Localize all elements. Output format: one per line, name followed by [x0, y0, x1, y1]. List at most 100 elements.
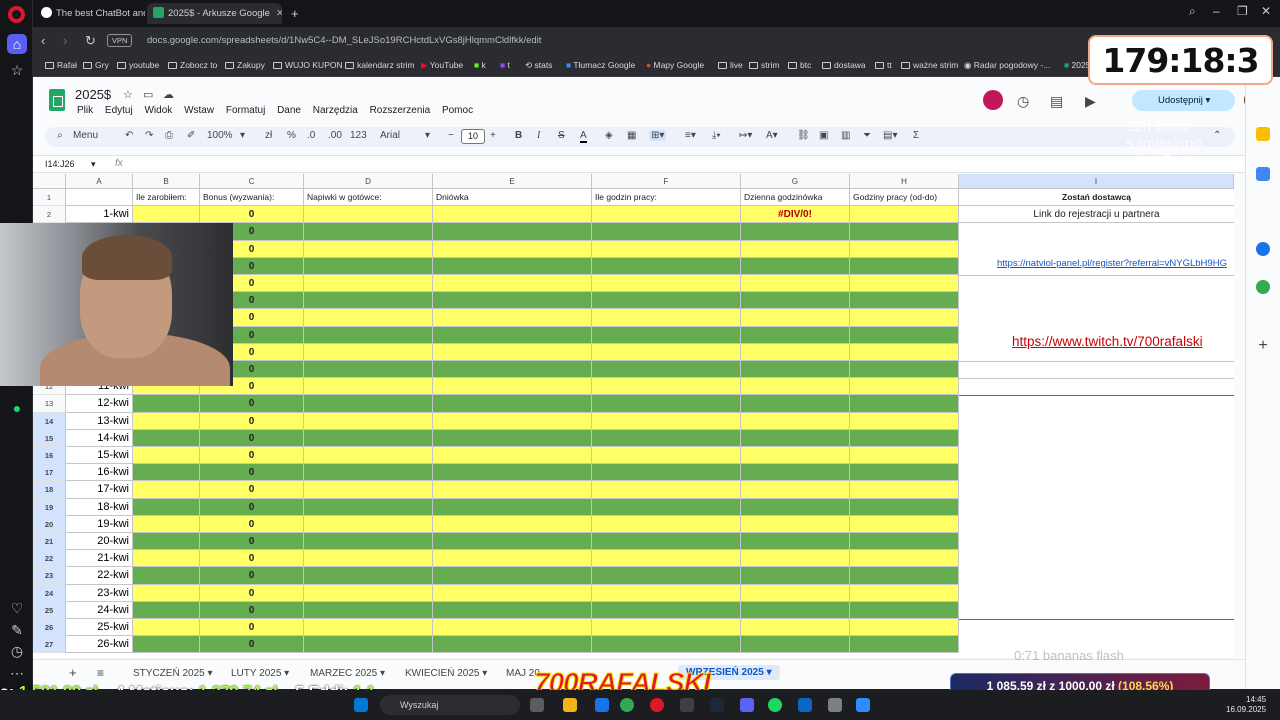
url-field[interactable]: docs.google.com/spreadsheets/d/1Nw5C4--D… [147, 35, 541, 46]
taskbar-search[interactable]: Wyszukaj [380, 695, 520, 715]
back-icon[interactable]: ‹ [41, 33, 45, 48]
data-cell-d[interactable] [304, 601, 433, 619]
bookmark-item[interactable]: Gry [83, 60, 109, 70]
hourly-rate-cell[interactable] [741, 292, 850, 310]
menu-narzedzia[interactable]: Narzędzia [313, 105, 358, 116]
bonus-cell[interactable]: 0 [200, 533, 304, 551]
history-icon[interactable]: ◷ [7, 641, 27, 661]
menu-plik[interactable]: Plik [77, 105, 93, 116]
bonus-cell[interactable]: 0 [200, 429, 304, 447]
bonus-cell[interactable]: 0 [200, 601, 304, 619]
data-cell-f[interactable] [592, 361, 741, 379]
window-close-icon[interactable]: ✕ [1261, 4, 1271, 18]
zoom-select[interactable]: 100% [207, 130, 233, 141]
data-cell-e[interactable] [433, 567, 592, 585]
minimize-icon[interactable]: – [1213, 4, 1220, 18]
date-cell[interactable]: 13-kwi [66, 412, 133, 430]
chevron-down-icon[interactable]: ▾ [240, 130, 245, 141]
row-header[interactable]: 15 [33, 429, 66, 447]
data-cell-e[interactable] [433, 619, 592, 637]
text-wrap-icon[interactable]: ↦▾ [739, 130, 752, 141]
data-cell-f[interactable] [592, 292, 741, 310]
data-cell-b[interactable] [133, 601, 200, 619]
new-tab-button[interactable]: + [285, 3, 305, 24]
all-sheets-icon[interactable]: ≡ [97, 666, 104, 680]
version-history-icon[interactable]: ◷ [1017, 93, 1029, 110]
vertical-align-icon[interactable]: ⤓▾ [712, 130, 721, 141]
data-cell-h[interactable] [850, 636, 959, 654]
data-cell-f[interactable] [592, 447, 741, 465]
data-cell-h[interactable] [850, 584, 959, 602]
data-cell-e[interactable] [433, 343, 592, 361]
bonus-cell[interactable]: 0 [200, 584, 304, 602]
data-cell-f[interactable] [592, 326, 741, 344]
hourly-rate-cell[interactable] [741, 378, 850, 396]
hourly-rate-cell[interactable] [741, 464, 850, 482]
data-cell-h[interactable] [850, 619, 959, 637]
data-cell-h[interactable] [850, 275, 959, 293]
column-header-g[interactable]: G [741, 174, 850, 189]
search-tabs-icon[interactable]: ⌕ [1189, 4, 1196, 19]
data-cell-e[interactable] [433, 326, 592, 344]
bonus-cell[interactable]: 0 [200, 395, 304, 413]
hourly-rate-cell[interactable] [741, 481, 850, 499]
reload-icon[interactable]: ↻ [85, 33, 96, 49]
row-header[interactable]: 24 [33, 584, 66, 602]
data-cell-e[interactable] [433, 206, 592, 224]
menu-widok[interactable]: Widok [144, 105, 172, 116]
header-cell-d[interactable]: Napiwki w gotówce: [304, 189, 433, 207]
data-cell-e[interactable] [433, 533, 592, 551]
data-cell-h[interactable] [850, 326, 959, 344]
add-sheet-button[interactable]: + [69, 665, 77, 680]
data-cell-f[interactable] [592, 206, 741, 224]
data-cell-e[interactable] [433, 412, 592, 430]
bonus-cell[interactable]: 0 [200, 567, 304, 585]
comments-icon[interactable]: ▤ [1050, 93, 1063, 110]
print-icon[interactable]: ⎙ [165, 130, 173, 141]
filter-views-icon[interactable]: ▤▾ [883, 130, 897, 141]
date-cell[interactable]: 1-kwi [66, 206, 133, 224]
system-clock[interactable]: 14:45 16.09.2025 [1226, 695, 1266, 715]
menu-formatuj[interactable]: Formatuj [226, 105, 265, 116]
row-header[interactable]: 18 [33, 481, 66, 499]
font-size-input[interactable]: 10 [461, 129, 485, 144]
data-cell-f[interactable] [592, 412, 741, 430]
date-cell[interactable]: 20-kwi [66, 533, 133, 551]
sheets-logo-icon[interactable] [49, 89, 65, 111]
merge-cells-icon[interactable]: ⊞▾ [649, 130, 667, 141]
data-cell-e[interactable] [433, 378, 592, 396]
date-cell[interactable]: 18-kwi [66, 498, 133, 516]
data-cell-h[interactable] [850, 515, 959, 533]
hourly-rate-cell[interactable] [741, 309, 850, 327]
data-cell-f[interactable] [592, 515, 741, 533]
bookmark-item[interactable]: Zobocz to [168, 60, 217, 70]
data-cell-b[interactable] [133, 429, 200, 447]
data-cell-d[interactable] [304, 206, 433, 224]
close-icon[interactable]: ✕ [276, 8, 282, 19]
bookmark-item[interactable]: ◉ Radar pogodowy -... [964, 60, 1050, 71]
bookmark-item[interactable]: strim [749, 60, 779, 70]
start-icon[interactable] [354, 698, 368, 712]
column-header-i[interactable]: I [959, 174, 1234, 189]
data-cell-e[interactable] [433, 584, 592, 602]
search-menu-label[interactable]: Menu [73, 130, 98, 141]
data-cell-d[interactable] [304, 550, 433, 568]
row-header[interactable]: 25 [33, 601, 66, 619]
doc-title[interactable]: 2025$ [75, 87, 111, 102]
data-cell-f[interactable] [592, 223, 741, 241]
data-cell-e[interactable] [433, 395, 592, 413]
data-cell-d[interactable] [304, 515, 433, 533]
date-cell[interactable]: 24-kwi [66, 601, 133, 619]
edge-icon[interactable] [595, 698, 609, 712]
chevron-down-icon[interactable]: ▾ [425, 130, 430, 141]
app-icon[interactable] [798, 698, 812, 712]
add-addon-icon[interactable]: + [1256, 338, 1270, 354]
data-cell-d[interactable] [304, 619, 433, 637]
column-header-h[interactable]: H [850, 174, 959, 189]
partner-register-link[interactable]: https://natviol-panel.pl/register?referr… [997, 258, 1227, 269]
column-header-f[interactable]: F [592, 174, 741, 189]
data-cell-e[interactable] [433, 257, 592, 275]
chart-icon[interactable]: ▥ [841, 130, 850, 141]
increase-decimal-button[interactable]: .00 [328, 130, 342, 141]
tab-sheets[interactable]: 2025$ - Arkusze Google ✕ [147, 3, 282, 24]
